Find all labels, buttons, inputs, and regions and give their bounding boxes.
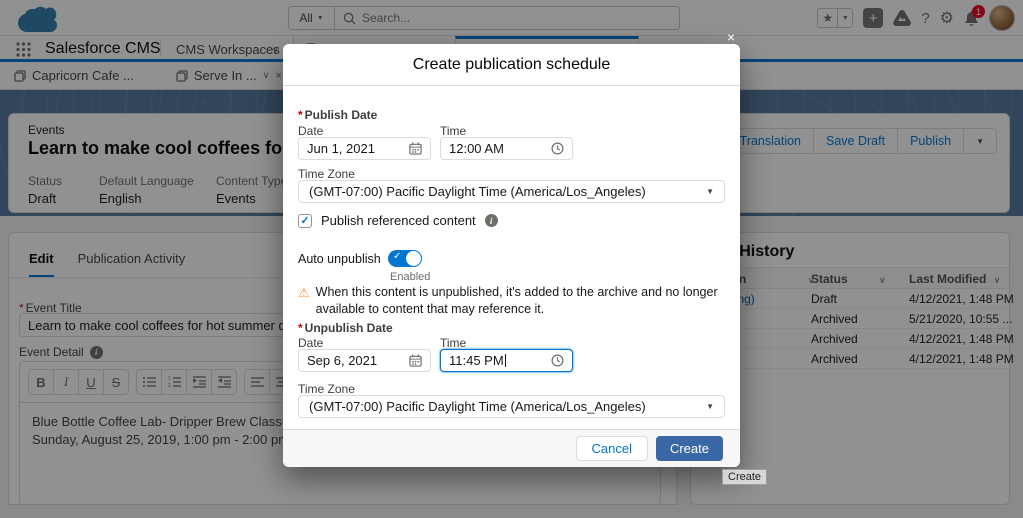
create-publication-schedule-modal: Create publication schedule *Publish Dat…	[283, 44, 740, 467]
required-asterisk: *	[298, 321, 303, 335]
section-label-text: Unpublish Date	[305, 321, 393, 335]
unpublish-time-label: Time	[440, 336, 466, 350]
toggle-knob	[406, 251, 421, 266]
publish-date-label: Date	[298, 124, 323, 138]
publish-time-input[interactable]: 12:00 AM	[440, 137, 573, 160]
unpublish-time-value: 11:45 PM	[449, 353, 504, 368]
create-button[interactable]: Create	[656, 436, 723, 461]
publish-time-value: 12:00 AM	[449, 141, 504, 156]
create-tooltip: Create	[722, 469, 767, 485]
publish-timezone-value: (GMT-07:00) Pacific Daylight Time (Ameri…	[309, 184, 646, 199]
unpublish-timezone-label: Time Zone	[298, 382, 355, 396]
warning-text: When this content is unpublished, it's a…	[316, 284, 728, 318]
clock-icon[interactable]	[551, 354, 564, 367]
publish-time-label: Time	[440, 124, 466, 138]
unpublish-timezone-value: (GMT-07:00) Pacific Daylight Time (Ameri…	[309, 399, 646, 414]
check-icon: ✓	[393, 251, 401, 262]
modal-close-icon[interactable]: ×	[727, 29, 735, 45]
calendar-icon[interactable]	[409, 142, 422, 155]
modal-title: Create publication schedule	[283, 44, 740, 86]
calendar-icon[interactable]	[409, 354, 422, 367]
auto-unpublish-label: Auto unpublish	[298, 252, 381, 266]
publish-referenced-checkbox[interactable]: ✓	[298, 214, 312, 228]
warning-icon: ⚠	[298, 284, 310, 318]
unpublish-time-input[interactable]: 11:45 PM	[440, 349, 573, 372]
publish-timezone-select[interactable]: (GMT-07:00) Pacific Daylight Time (Ameri…	[298, 180, 725, 203]
clock-icon[interactable]	[551, 142, 564, 155]
chevron-down-icon: ▼	[706, 187, 714, 196]
cancel-button[interactable]: Cancel	[576, 436, 648, 461]
unpublish-date-value: Sep 6, 2021	[307, 353, 377, 368]
publish-timezone-label: Time Zone	[298, 167, 355, 181]
info-icon[interactable]: i	[485, 214, 498, 227]
unpublish-date-label: Date	[298, 336, 323, 350]
unpublish-timezone-select[interactable]: (GMT-07:00) Pacific Daylight Time (Ameri…	[298, 395, 725, 418]
chevron-down-icon: ▼	[706, 402, 714, 411]
unpublish-date-section-label: *Unpublish Date	[298, 319, 393, 337]
publish-referenced-row: ✓ Publish referenced content i	[298, 213, 498, 228]
publish-date-value: Jun 1, 2021	[307, 141, 375, 156]
unpublish-date-input[interactable]: Sep 6, 2021	[298, 349, 431, 372]
unpublish-warning: ⚠ When this content is unpublished, it's…	[298, 284, 728, 318]
auto-unpublish-state: Enabled	[390, 271, 430, 283]
text-cursor	[505, 354, 506, 367]
publish-date-section-label: *Publish Date	[298, 106, 377, 124]
modal-footer: Cancel Create	[283, 429, 740, 467]
publish-date-input[interactable]: Jun 1, 2021	[298, 137, 431, 160]
section-label-text: Publish Date	[305, 108, 378, 122]
publish-referenced-label: Publish referenced content	[321, 213, 476, 228]
auto-unpublish-toggle[interactable]: ✓	[388, 250, 422, 267]
required-asterisk: *	[298, 108, 303, 122]
